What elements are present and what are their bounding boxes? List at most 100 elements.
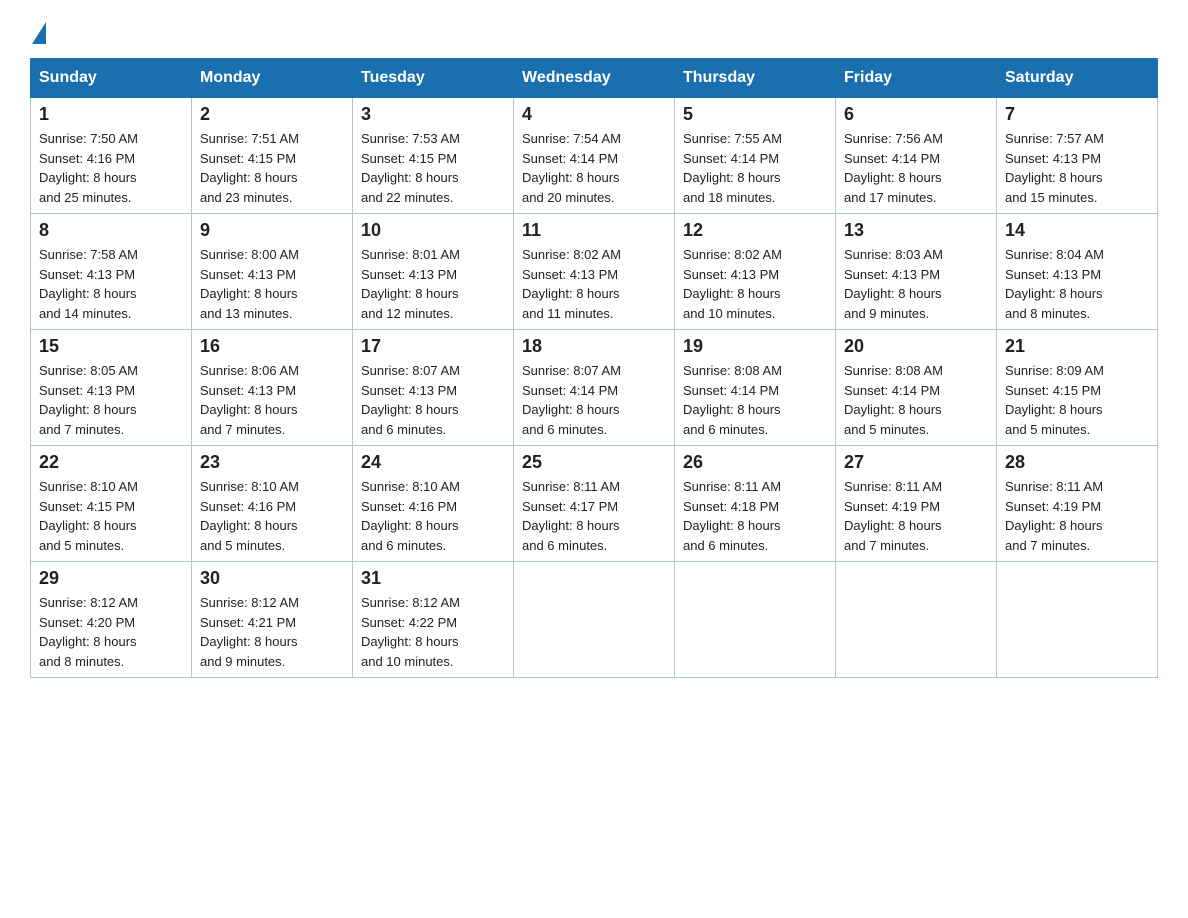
day-number: 30 — [200, 568, 344, 589]
weekday-header-wednesday: Wednesday — [514, 59, 675, 98]
day-info: Sunrise: 8:07 AM Sunset: 4:13 PM Dayligh… — [361, 361, 505, 439]
day-info: Sunrise: 7:56 AM Sunset: 4:14 PM Dayligh… — [844, 129, 988, 207]
day-number: 8 — [39, 220, 183, 241]
calendar-table: SundayMondayTuesdayWednesdayThursdayFrid… — [30, 58, 1158, 678]
day-info: Sunrise: 8:02 AM Sunset: 4:13 PM Dayligh… — [522, 245, 666, 323]
day-number: 12 — [683, 220, 827, 241]
day-number: 29 — [39, 568, 183, 589]
weekday-header-thursday: Thursday — [675, 59, 836, 98]
day-number: 25 — [522, 452, 666, 473]
calendar-week-row: 1 Sunrise: 7:50 AM Sunset: 4:16 PM Dayli… — [31, 98, 1158, 214]
day-info: Sunrise: 8:07 AM Sunset: 4:14 PM Dayligh… — [522, 361, 666, 439]
day-number: 6 — [844, 104, 988, 125]
calendar-cell: 8 Sunrise: 7:58 AM Sunset: 4:13 PM Dayli… — [31, 214, 192, 330]
day-info: Sunrise: 8:05 AM Sunset: 4:13 PM Dayligh… — [39, 361, 183, 439]
calendar-week-row: 15 Sunrise: 8:05 AM Sunset: 4:13 PM Dayl… — [31, 330, 1158, 446]
day-number: 4 — [522, 104, 666, 125]
calendar-cell: 25 Sunrise: 8:11 AM Sunset: 4:17 PM Dayl… — [514, 446, 675, 562]
day-number: 22 — [39, 452, 183, 473]
calendar-cell: 1 Sunrise: 7:50 AM Sunset: 4:16 PM Dayli… — [31, 98, 192, 214]
day-number: 17 — [361, 336, 505, 357]
weekday-header-row: SundayMondayTuesdayWednesdayThursdayFrid… — [31, 59, 1158, 98]
calendar-cell: 29 Sunrise: 8:12 AM Sunset: 4:20 PM Dayl… — [31, 562, 192, 678]
calendar-cell: 17 Sunrise: 8:07 AM Sunset: 4:13 PM Dayl… — [353, 330, 514, 446]
day-info: Sunrise: 7:51 AM Sunset: 4:15 PM Dayligh… — [200, 129, 344, 207]
day-number: 5 — [683, 104, 827, 125]
day-info: Sunrise: 8:03 AM Sunset: 4:13 PM Dayligh… — [844, 245, 988, 323]
calendar-week-row: 29 Sunrise: 8:12 AM Sunset: 4:20 PM Dayl… — [31, 562, 1158, 678]
day-number: 15 — [39, 336, 183, 357]
day-info: Sunrise: 8:08 AM Sunset: 4:14 PM Dayligh… — [844, 361, 988, 439]
day-info: Sunrise: 8:00 AM Sunset: 4:13 PM Dayligh… — [200, 245, 344, 323]
day-number: 3 — [361, 104, 505, 125]
day-number: 13 — [844, 220, 988, 241]
calendar-cell: 16 Sunrise: 8:06 AM Sunset: 4:13 PM Dayl… — [192, 330, 353, 446]
day-info: Sunrise: 8:02 AM Sunset: 4:13 PM Dayligh… — [683, 245, 827, 323]
day-info: Sunrise: 8:01 AM Sunset: 4:13 PM Dayligh… — [361, 245, 505, 323]
day-info: Sunrise: 7:57 AM Sunset: 4:13 PM Dayligh… — [1005, 129, 1149, 207]
day-info: Sunrise: 8:04 AM Sunset: 4:13 PM Dayligh… — [1005, 245, 1149, 323]
calendar-cell: 20 Sunrise: 8:08 AM Sunset: 4:14 PM Dayl… — [836, 330, 997, 446]
day-number: 9 — [200, 220, 344, 241]
day-info: Sunrise: 8:06 AM Sunset: 4:13 PM Dayligh… — [200, 361, 344, 439]
calendar-cell: 6 Sunrise: 7:56 AM Sunset: 4:14 PM Dayli… — [836, 98, 997, 214]
day-info: Sunrise: 8:10 AM Sunset: 4:16 PM Dayligh… — [361, 477, 505, 555]
calendar-cell — [514, 562, 675, 678]
weekday-header-sunday: Sunday — [31, 59, 192, 98]
day-number: 31 — [361, 568, 505, 589]
day-info: Sunrise: 7:58 AM Sunset: 4:13 PM Dayligh… — [39, 245, 183, 323]
day-number: 2 — [200, 104, 344, 125]
calendar-week-row: 8 Sunrise: 7:58 AM Sunset: 4:13 PM Dayli… — [31, 214, 1158, 330]
day-number: 27 — [844, 452, 988, 473]
day-number: 24 — [361, 452, 505, 473]
day-number: 16 — [200, 336, 344, 357]
calendar-cell: 24 Sunrise: 8:10 AM Sunset: 4:16 PM Dayl… — [353, 446, 514, 562]
calendar-cell: 14 Sunrise: 8:04 AM Sunset: 4:13 PM Dayl… — [997, 214, 1158, 330]
day-info: Sunrise: 8:11 AM Sunset: 4:19 PM Dayligh… — [1005, 477, 1149, 555]
day-info: Sunrise: 7:50 AM Sunset: 4:16 PM Dayligh… — [39, 129, 183, 207]
day-number: 10 — [361, 220, 505, 241]
calendar-cell: 10 Sunrise: 8:01 AM Sunset: 4:13 PM Dayl… — [353, 214, 514, 330]
calendar-cell: 5 Sunrise: 7:55 AM Sunset: 4:14 PM Dayli… — [675, 98, 836, 214]
calendar-cell: 22 Sunrise: 8:10 AM Sunset: 4:15 PM Dayl… — [31, 446, 192, 562]
calendar-cell — [675, 562, 836, 678]
day-info: Sunrise: 7:53 AM Sunset: 4:15 PM Dayligh… — [361, 129, 505, 207]
day-number: 14 — [1005, 220, 1149, 241]
day-number: 1 — [39, 104, 183, 125]
logo-triangle-icon — [32, 22, 46, 44]
calendar-cell: 12 Sunrise: 8:02 AM Sunset: 4:13 PM Dayl… — [675, 214, 836, 330]
day-info: Sunrise: 8:10 AM Sunset: 4:16 PM Dayligh… — [200, 477, 344, 555]
day-number: 21 — [1005, 336, 1149, 357]
calendar-cell: 18 Sunrise: 8:07 AM Sunset: 4:14 PM Dayl… — [514, 330, 675, 446]
day-info: Sunrise: 7:55 AM Sunset: 4:14 PM Dayligh… — [683, 129, 827, 207]
weekday-header-monday: Monday — [192, 59, 353, 98]
weekday-header-friday: Friday — [836, 59, 997, 98]
calendar-cell: 28 Sunrise: 8:11 AM Sunset: 4:19 PM Dayl… — [997, 446, 1158, 562]
weekday-header-saturday: Saturday — [997, 59, 1158, 98]
day-info: Sunrise: 8:12 AM Sunset: 4:20 PM Dayligh… — [39, 593, 183, 671]
calendar-cell: 26 Sunrise: 8:11 AM Sunset: 4:18 PM Dayl… — [675, 446, 836, 562]
calendar-cell: 9 Sunrise: 8:00 AM Sunset: 4:13 PM Dayli… — [192, 214, 353, 330]
day-number: 18 — [522, 336, 666, 357]
logo — [30, 20, 46, 40]
calendar-cell — [997, 562, 1158, 678]
day-info: Sunrise: 7:54 AM Sunset: 4:14 PM Dayligh… — [522, 129, 666, 207]
calendar-cell: 4 Sunrise: 7:54 AM Sunset: 4:14 PM Dayli… — [514, 98, 675, 214]
day-number: 20 — [844, 336, 988, 357]
calendar-cell: 31 Sunrise: 8:12 AM Sunset: 4:22 PM Dayl… — [353, 562, 514, 678]
day-info: Sunrise: 8:12 AM Sunset: 4:21 PM Dayligh… — [200, 593, 344, 671]
day-info: Sunrise: 8:10 AM Sunset: 4:15 PM Dayligh… — [39, 477, 183, 555]
calendar-cell: 19 Sunrise: 8:08 AM Sunset: 4:14 PM Dayl… — [675, 330, 836, 446]
page-header — [30, 20, 1158, 40]
day-info: Sunrise: 8:12 AM Sunset: 4:22 PM Dayligh… — [361, 593, 505, 671]
day-info: Sunrise: 8:09 AM Sunset: 4:15 PM Dayligh… — [1005, 361, 1149, 439]
day-number: 19 — [683, 336, 827, 357]
calendar-cell: 30 Sunrise: 8:12 AM Sunset: 4:21 PM Dayl… — [192, 562, 353, 678]
calendar-cell — [836, 562, 997, 678]
calendar-cell: 11 Sunrise: 8:02 AM Sunset: 4:13 PM Dayl… — [514, 214, 675, 330]
day-number: 23 — [200, 452, 344, 473]
day-info: Sunrise: 8:11 AM Sunset: 4:18 PM Dayligh… — [683, 477, 827, 555]
day-number: 28 — [1005, 452, 1149, 473]
calendar-cell: 2 Sunrise: 7:51 AM Sunset: 4:15 PM Dayli… — [192, 98, 353, 214]
calendar-cell: 13 Sunrise: 8:03 AM Sunset: 4:13 PM Dayl… — [836, 214, 997, 330]
